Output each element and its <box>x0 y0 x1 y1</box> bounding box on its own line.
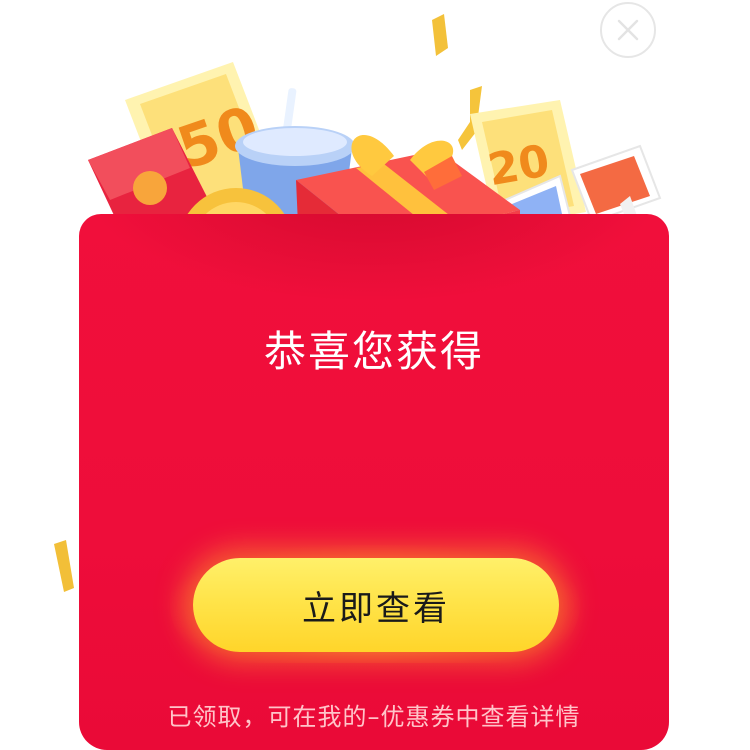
close-icon <box>617 19 639 41</box>
coupon-hint-text: 已领取，可在我的–优惠券中查看详情 <box>167 703 581 731</box>
congrats-headline: 恭喜您获得 <box>263 327 484 376</box>
red-envelope <box>79 214 669 750</box>
view-now-button[interactable]: 立即查看 <box>193 558 559 652</box>
reward-popup: 50 20 恭喜您获得 立即查看 已领取，可在我的–优惠券中查看详情 <box>0 0 750 750</box>
close-button[interactable] <box>600 2 656 58</box>
